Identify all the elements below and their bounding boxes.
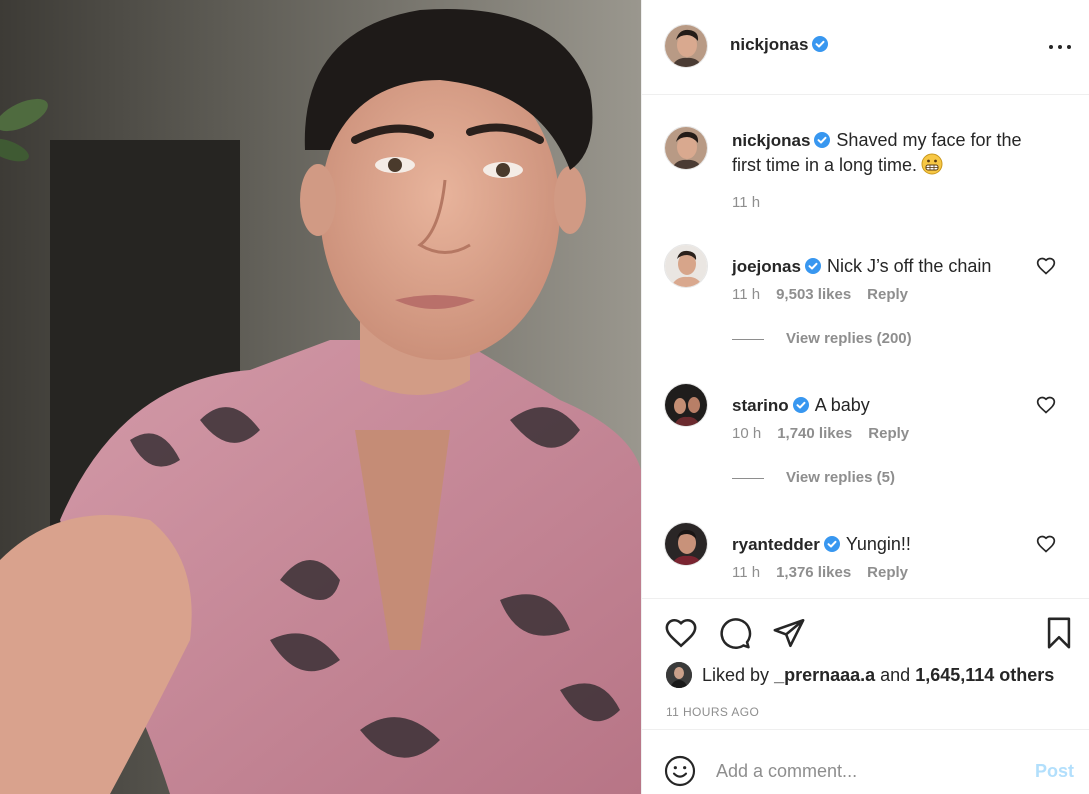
- comment-username[interactable]: starino: [732, 396, 789, 415]
- view-replies-divider: [732, 338, 764, 340]
- post-timestamp[interactable]: 11 HOURS AGO: [666, 705, 759, 719]
- comment-meta: 11 h 9,503 likes Reply: [732, 286, 924, 303]
- smiley-icon[interactable]: [664, 755, 696, 787]
- comment-bubble-icon[interactable]: [718, 616, 752, 650]
- more-options-icon[interactable]: [1048, 36, 1072, 56]
- verified-badge-icon: [812, 36, 829, 52]
- comment-body: Nick J’s off the chain: [826, 256, 992, 276]
- author-username-text[interactable]: nickjonas: [730, 35, 808, 54]
- commenter-avatar[interactable]: [664, 244, 708, 288]
- caption-author-avatar[interactable]: [664, 126, 708, 170]
- post-photo-illustration: [0, 0, 641, 794]
- commenter-avatar-image: [665, 384, 707, 426]
- comment-likes[interactable]: 1,740 likes: [777, 425, 852, 442]
- view-replies-label[interactable]: View replies (5): [786, 469, 895, 486]
- commenter-avatar[interactable]: [664, 383, 708, 427]
- liker-avatar[interactable]: [666, 662, 692, 688]
- author-avatar-image: [665, 25, 707, 67]
- verified-badge-icon: [804, 258, 821, 274]
- commenter-avatar[interactable]: [664, 522, 708, 566]
- comment-text: ryantedder Yungin!!: [732, 532, 1042, 557]
- post-photo[interactable]: [0, 0, 641, 794]
- caption-text: nickjonas Shaved my face for the first ti…: [732, 128, 1042, 177]
- bookmark-icon[interactable]: [1042, 616, 1076, 650]
- liked-by-summary: Liked by _prernaaa.a and 1,645,114 other…: [666, 662, 1054, 688]
- view-replies-button[interactable]: View replies (5): [732, 469, 895, 486]
- comment-time[interactable]: 10 h: [732, 425, 761, 442]
- caption-username[interactable]: nickjonas: [732, 131, 810, 150]
- commenter-avatar-image: [665, 523, 707, 565]
- verified-badge-icon: [792, 397, 809, 413]
- comment-text: starino A baby: [732, 393, 1042, 418]
- comment-composer: Post: [642, 731, 1089, 794]
- paper-plane-icon[interactable]: [772, 616, 806, 650]
- comment-username[interactable]: ryantedder: [732, 535, 820, 554]
- comment-username[interactable]: joejonas: [732, 257, 801, 276]
- comment-likes[interactable]: 9,503 likes: [776, 286, 851, 303]
- liked-by-and: and: [880, 665, 911, 685]
- liked-by-count[interactable]: 1,645,114 others: [915, 665, 1054, 685]
- comment-time[interactable]: 11 h: [732, 286, 760, 303]
- post-comment-button[interactable]: Post: [1035, 761, 1074, 782]
- comment-body: A baby: [814, 395, 870, 415]
- comment-like-heart-icon[interactable]: [1036, 256, 1056, 276]
- reply-button[interactable]: Reply: [868, 425, 909, 442]
- reply-button[interactable]: Reply: [867, 564, 908, 581]
- post-actions: Liked by _prernaaa.a and 1,645,114 other…: [642, 600, 1089, 730]
- comments-list: nickjonas Shaved my face for the first ti…: [642, 96, 1089, 599]
- comment-time[interactable]: 11 h: [732, 564, 760, 581]
- heart-icon[interactable]: [664, 616, 698, 650]
- caption-meta: 11 h: [732, 194, 776, 211]
- comment-meta: 10 h 1,740 likes Reply: [732, 425, 925, 442]
- verified-badge-icon: [814, 132, 831, 148]
- commenter-avatar-image: [665, 245, 707, 287]
- caption-avatar-image: [665, 127, 707, 169]
- liked-by-prefix: Liked by: [702, 665, 770, 685]
- author-username[interactable]: nickjonas: [730, 35, 829, 55]
- grimacing-face-icon: [921, 153, 943, 175]
- comment-text: joejonas Nick J’s off the chain: [732, 254, 1042, 279]
- comment-meta: 11 h 1,376 likes Reply: [732, 564, 924, 581]
- reply-button[interactable]: Reply: [867, 286, 908, 303]
- liker-avatar-image: [666, 662, 692, 688]
- view-replies-label[interactable]: View replies (200): [786, 330, 912, 347]
- liked-by-user[interactable]: _prernaaa.a: [774, 665, 875, 685]
- verified-badge-icon: [823, 536, 840, 552]
- comment-like-heart-icon[interactable]: [1036, 395, 1056, 415]
- comment-body: Yungin!!: [845, 534, 911, 554]
- comment-likes[interactable]: 1,376 likes: [776, 564, 851, 581]
- view-replies-button[interactable]: View replies (200): [732, 330, 912, 347]
- post-details-panel: nickjonas nickjonas Shaved my face for th…: [641, 0, 1089, 794]
- post-header: nickjonas: [642, 0, 1089, 95]
- view-replies-divider: [732, 477, 764, 479]
- comment-like-heart-icon[interactable]: [1036, 534, 1056, 554]
- comment-input[interactable]: [716, 757, 1006, 785]
- caption-time[interactable]: 11 h: [732, 194, 760, 211]
- author-avatar[interactable]: [664, 24, 708, 68]
